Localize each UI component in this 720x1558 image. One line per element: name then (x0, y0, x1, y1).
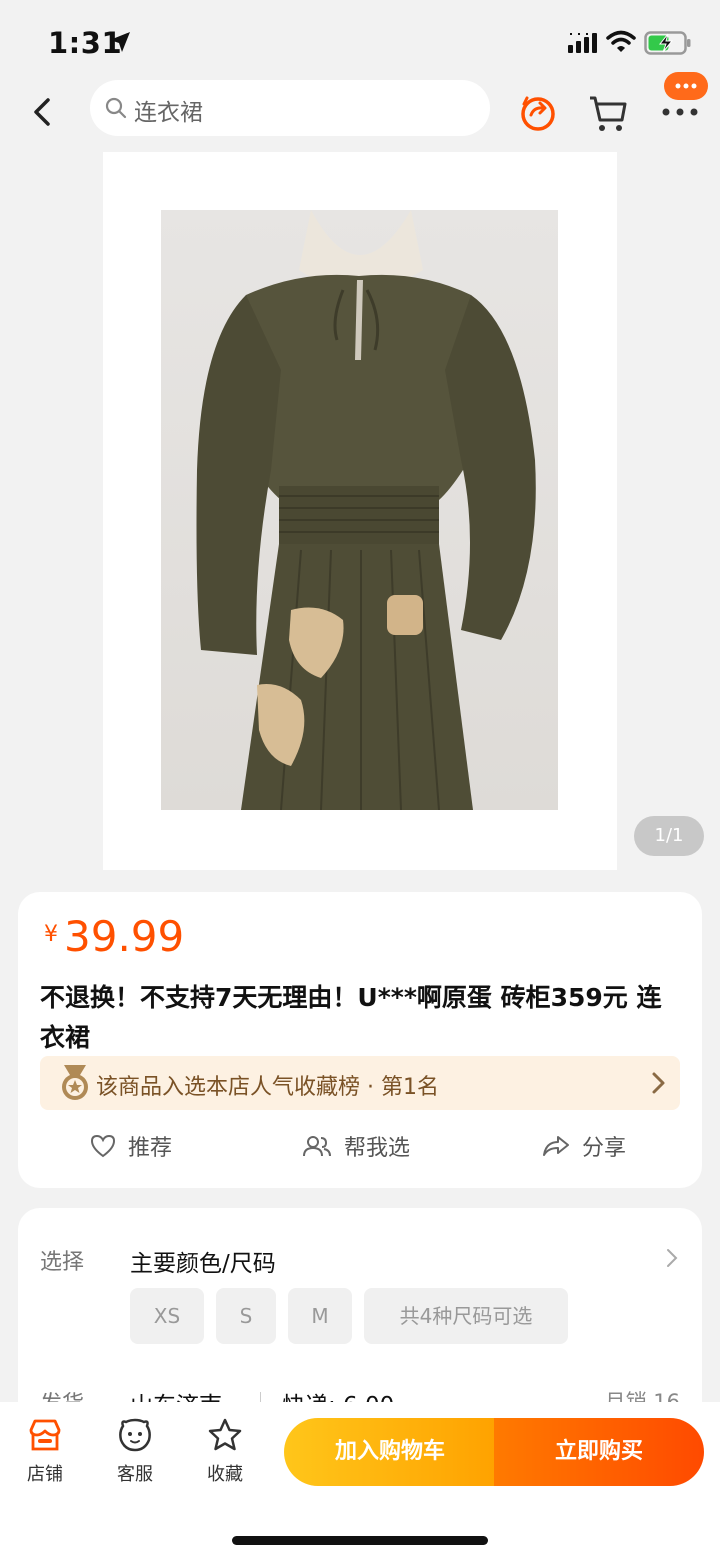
store-label: 店铺 (27, 1464, 63, 1485)
chevron-right-icon (652, 1072, 665, 1094)
more-menu[interactable] (656, 72, 712, 132)
location-arrow-icon (110, 32, 130, 52)
nav-bar: 连衣裙 (0, 72, 720, 152)
heart-icon (90, 1134, 116, 1158)
service-label: 客服 (117, 1464, 153, 1485)
help-choose-button[interactable]: 帮我选 (302, 1126, 410, 1166)
cellular-signal-icon (568, 33, 597, 53)
message-badge (664, 72, 708, 100)
battery-charging-icon (644, 31, 691, 55)
wifi-icon (606, 30, 636, 52)
share-arrow-icon (543, 1136, 569, 1156)
recommend-button[interactable]: 推荐 (90, 1126, 172, 1166)
status-bar: 1:31 (0, 0, 720, 80)
help-choose-label: 帮我选 (344, 1136, 411, 1161)
options-label: 选择 (40, 1250, 85, 1275)
image-pager: 1/1 (634, 816, 704, 856)
price-value: 39.99 (64, 912, 185, 961)
add-to-cart-button[interactable]: 加入购物车 (284, 1418, 496, 1486)
rank-text: 该商品入选本店人气收藏榜 · 第1名 (96, 1075, 439, 1100)
product-photo (161, 210, 558, 810)
search-query: 连衣裙 (134, 100, 203, 126)
favorite-label: 收藏 (207, 1464, 243, 1485)
bottom-bar: 店铺 客服 收藏 加入购物车 立即购买 (0, 1402, 720, 1558)
service-face-icon (119, 1418, 151, 1452)
search-icon (105, 97, 127, 119)
options-value: 主要颜色/尺码 (130, 1251, 276, 1277)
service-tab[interactable]: 客服 (100, 1418, 170, 1486)
star-icon (208, 1418, 242, 1451)
product-title: 不退换！不支持7天无理由！U***啊原蛋 砖柜359元 连衣裙 (40, 983, 662, 1052)
share-label: 分享 (582, 1136, 627, 1161)
rank-banner[interactable]: 该商品入选本店人气收藏榜 · 第1名 (40, 1056, 680, 1110)
search-box[interactable]: 连衣裙 (90, 80, 490, 136)
home-indicator (232, 1536, 488, 1545)
size-chip-s[interactable]: S (216, 1288, 276, 1344)
ellipsis-icon (675, 83, 697, 89)
store-tab[interactable]: 店铺 (10, 1418, 80, 1486)
medal-icon (62, 1065, 88, 1100)
more-dots-icon (662, 108, 698, 116)
action-row: 推荐 帮我选 分享 (18, 1126, 702, 1166)
back-chevron-icon[interactable] (28, 94, 60, 130)
currency-symbol: ¥ (44, 922, 58, 947)
size-chip-xs[interactable]: XS (130, 1288, 204, 1344)
share-icon[interactable] (516, 90, 560, 134)
store-icon (29, 1419, 61, 1451)
product-image-frame (103, 152, 617, 870)
dress-image (196, 210, 536, 810)
product-gallery[interactable]: 1/1 (0, 152, 720, 870)
share-button[interactable]: 分享 (542, 1126, 626, 1166)
people-icon (303, 1136, 331, 1157)
price-card: ¥39.99 不退换！不支持7天无理由！U***啊原蛋 砖柜359元 连衣裙 该… (18, 892, 702, 1188)
more-sizes-chip[interactable]: 共4种尺码可选 (364, 1288, 568, 1344)
favorite-tab[interactable]: 收藏 (190, 1418, 260, 1486)
cart-icon[interactable] (586, 90, 630, 134)
chevron-right-icon (667, 1249, 678, 1267)
recommend-label: 推荐 (128, 1136, 173, 1161)
buy-now-button[interactable]: 立即购买 (494, 1418, 704, 1486)
size-chip-m[interactable]: M (288, 1288, 352, 1344)
price: ¥39.99 (44, 912, 184, 961)
